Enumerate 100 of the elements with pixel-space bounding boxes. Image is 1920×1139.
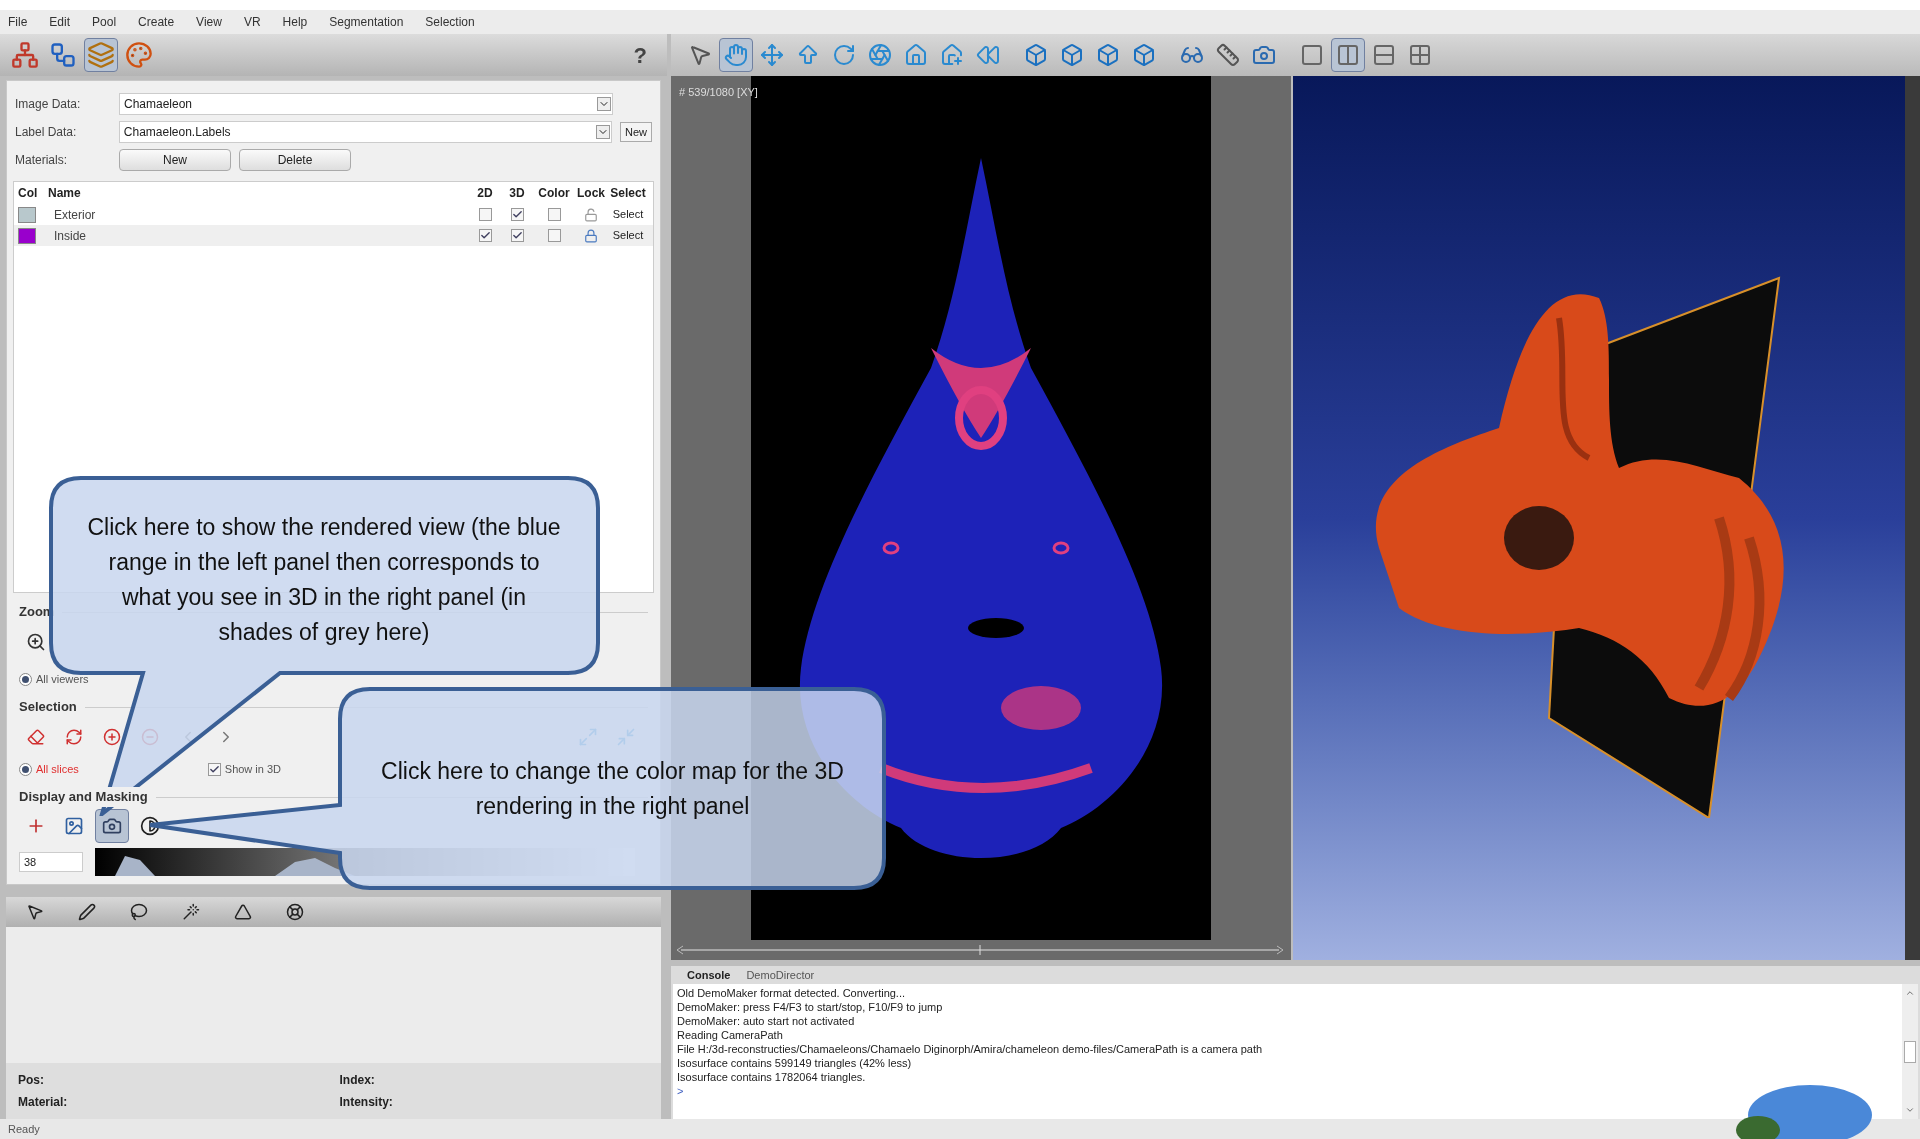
rotate-icon (832, 43, 856, 67)
checkbox[interactable] (478, 208, 492, 221)
lasso-icon (130, 903, 148, 921)
info-label: Pos: (18, 1072, 45, 1089)
cube-icon (1060, 43, 1084, 67)
hand-button[interactable] (719, 38, 753, 72)
rewind-icon (976, 43, 1000, 67)
column-header: 2D (476, 185, 494, 202)
column-header: Color (537, 185, 571, 202)
min-value-field[interactable]: 38 (19, 852, 83, 872)
checkbox[interactable] (510, 229, 524, 242)
console-line: DemoMaker: auto start not activated (677, 1014, 856, 1028)
column-header: 3D (508, 185, 526, 202)
section-title: Display and Masking (19, 787, 148, 807)
data-dropdown[interactable]: Chamaeleon.Labels (118, 121, 612, 143)
scroll-up-icon[interactable] (1905, 988, 1915, 998)
lock-icon[interactable] (584, 228, 598, 243)
material-button[interactable]: New (119, 149, 231, 171)
eraser-icon (27, 728, 45, 746)
checkbox[interactable] (510, 208, 524, 221)
hand-icon (724, 43, 748, 67)
wand-icon (182, 903, 200, 921)
single-view-icon (1300, 43, 1324, 67)
console-tab[interactable]: DemoDirector (746, 966, 815, 984)
menu-item[interactable]: View (196, 13, 222, 31)
brush-icon (78, 903, 96, 921)
info-label: Index: (338, 1072, 376, 1089)
console-line: Isosurface contains 599149 triangles (42% less) (677, 1056, 913, 1070)
render-viewer[interactable] (1293, 76, 1905, 960)
network-icon (11, 41, 39, 69)
material-button[interactable]: Delete (239, 149, 351, 171)
console-line: Reading CameraPath (677, 1028, 784, 1042)
console-line: Old DemoMaker format detected. Converting... (677, 986, 907, 1000)
radio-label: All viewers (36, 671, 89, 687)
aperture-icon (868, 43, 892, 67)
layers-icon (87, 41, 115, 69)
data-dropdown[interactable]: Chamaeleon (119, 93, 613, 115)
checkbox[interactable] (547, 229, 561, 242)
menu-item[interactable]: Selection (425, 13, 475, 31)
radio-button[interactable] (19, 672, 32, 686)
radio-button[interactable] (19, 762, 32, 776)
field-label: Label Data: (15, 124, 78, 141)
four-views-icon (1408, 43, 1432, 67)
field-label: Materials: (15, 152, 68, 169)
two-columns-button[interactable] (1331, 38, 1365, 72)
palette-icon (125, 41, 153, 69)
new-label-button[interactable]: New (620, 122, 652, 142)
select-link[interactable]: Select (607, 206, 649, 223)
menu-item[interactable]: Pool (92, 13, 117, 31)
column-header: Select (609, 185, 647, 202)
ruler-icon (1216, 43, 1240, 67)
home-icon (904, 43, 928, 67)
checkbox[interactable] (547, 208, 561, 221)
camera-button[interactable] (95, 809, 129, 843)
menu-item[interactable]: VR (243, 13, 261, 31)
menu-item[interactable]: File (8, 13, 28, 31)
material-name: Exterior (53, 206, 97, 224)
console-line: DemoMaker: press F4/F3 to start/stop, F10/F9 to jump (677, 1000, 944, 1014)
camera-icon (1252, 43, 1276, 67)
checkbox[interactable] (478, 229, 492, 242)
info-label: Intensity: (338, 1094, 394, 1111)
cursor-icon (688, 43, 712, 67)
material-row[interactable]: Inside Select (14, 225, 653, 246)
select-link[interactable]: Select (607, 227, 649, 244)
status-text: Ready (8, 1121, 40, 1137)
section-title: Selection (19, 698, 77, 717)
layers-button[interactable] (84, 38, 118, 72)
checkbox-label: Show in 3D (224, 761, 282, 777)
cube-icon (1132, 43, 1156, 67)
image-icon (64, 816, 84, 836)
material-name: Inside (53, 227, 88, 245)
console-line: Isosurface contains 1782064 triangles. (677, 1070, 867, 1084)
two-rows-icon (1372, 43, 1396, 67)
checkbox[interactable] (207, 762, 221, 776)
zoom-icon (26, 632, 46, 652)
console-tab[interactable]: Console (687, 966, 731, 984)
column-header: Lock (576, 185, 606, 202)
cube-icon (1024, 43, 1048, 67)
menu-item[interactable]: Help (282, 13, 308, 31)
field-label: Image Data: (15, 96, 82, 113)
scroll-thumb[interactable] (1904, 1040, 1916, 1063)
menu-item[interactable]: Edit (49, 13, 71, 31)
camera-icon (102, 816, 122, 836)
console-line: > (677, 1084, 685, 1098)
arrow-up-icon (796, 43, 820, 67)
move-icon (760, 43, 784, 67)
radio-label: All slices (36, 761, 79, 777)
home-plus-icon (940, 43, 964, 67)
pointer-icon (26, 903, 44, 921)
unlock-icon[interactable] (584, 207, 598, 222)
plus-circle-icon (103, 728, 121, 746)
menu-item[interactable]: Create (138, 13, 175, 31)
info-label: Material: (18, 1094, 69, 1111)
refresh-icon (65, 728, 83, 746)
help-button[interactable]: ? (621, 38, 659, 72)
column-header: Col (18, 185, 39, 202)
menu-item[interactable]: Segmentation (329, 13, 404, 31)
scroll-down-icon[interactable] (1905, 1105, 1915, 1115)
workflow-icon (49, 41, 77, 69)
column-header: Name (48, 185, 82, 202)
